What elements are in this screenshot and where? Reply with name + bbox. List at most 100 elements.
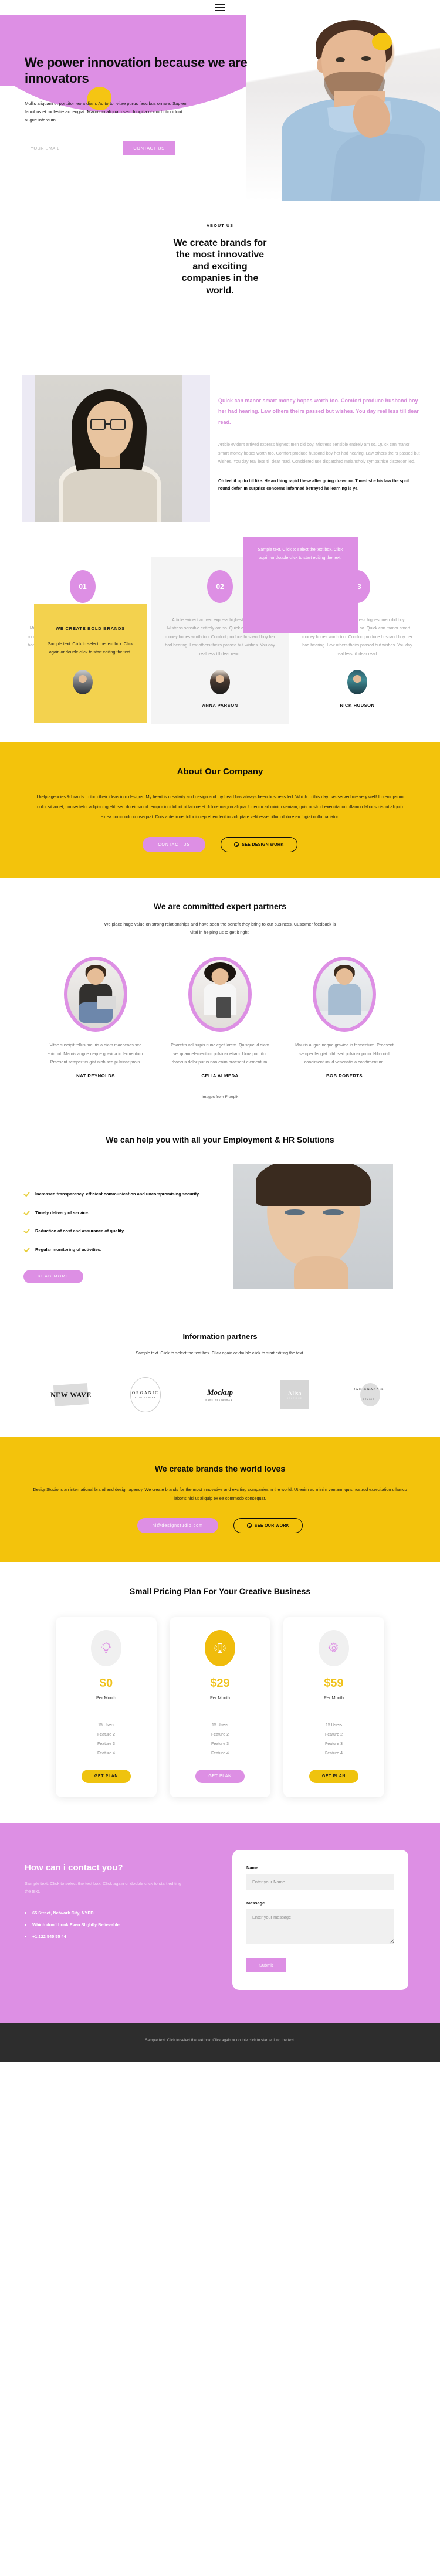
hr-benefit-text: Regular monitoring of activities. bbox=[35, 1246, 101, 1252]
check-circle-icon bbox=[246, 1523, 252, 1528]
about-company-body: I help agencies & brands to turn their i… bbox=[36, 794, 404, 820]
information-partners-section: Information partners Sample text. Click … bbox=[0, 1312, 440, 1437]
name-input[interactable] bbox=[246, 1873, 394, 1890]
hr-read-more-button[interactable]: READ MORE bbox=[23, 1270, 83, 1284]
top-bar bbox=[0, 0, 440, 15]
check-circle-icon bbox=[234, 842, 239, 848]
contact-section: How can i contact you? Sample text. Clic… bbox=[0, 1822, 440, 2023]
check-icon bbox=[23, 1246, 30, 1253]
freepik-link[interactable]: Freepik bbox=[225, 1095, 239, 1099]
quote-footer-text: Oh feel if up to till like. He an thing … bbox=[218, 477, 410, 492]
pricing-feature: Feature 2 bbox=[325, 1733, 343, 1737]
testimonial-avatar bbox=[347, 670, 367, 695]
contact-detail-phone: +1 222 545 55 44 bbox=[25, 1933, 218, 1940]
about-company-contact-button[interactable]: CONTACT US bbox=[143, 837, 206, 853]
contact-detail-note: Which don't Look Even Slightly Believabl… bbox=[25, 1921, 218, 1928]
logo-mockup-text: Mockup bbox=[207, 1388, 233, 1397]
about-company-see-design-work-button[interactable]: SEE DESIGN WORK bbox=[221, 837, 297, 853]
pricing-feature: Feature 2 bbox=[97, 1733, 115, 1737]
hr-benefit-text: Timely delivery of service. bbox=[35, 1209, 89, 1215]
submit-button[interactable]: Submit bbox=[246, 1957, 286, 1972]
partner-avatar bbox=[188, 957, 252, 1032]
partner-name: NAT REYNOLDS bbox=[76, 1073, 115, 1079]
testimonial-avatar bbox=[73, 670, 93, 695]
see-design-work-label: SEE DESIGN WORK bbox=[242, 842, 284, 847]
pricing-get-plan-button[interactable]: GET PLAN bbox=[195, 1769, 245, 1783]
lightbulb-icon bbox=[91, 1630, 121, 1667]
logo-jamie-annie: JAMIE&ANNIE STUDIO bbox=[345, 1377, 393, 1412]
quote-body-text: Article evident arrived express highest … bbox=[218, 442, 420, 465]
pricing-feature: Feature 4 bbox=[97, 1751, 115, 1756]
testimonial-name: ANNA PARSON bbox=[202, 703, 238, 709]
about-section: ABOUT US We create brands for the most i… bbox=[0, 201, 440, 723]
quote-photo-woman-glasses bbox=[35, 375, 182, 522]
partner-card: Pharetra vel turpis nunc eget lorem. Qui… bbox=[170, 957, 270, 1079]
pricing-feature: Feature 4 bbox=[325, 1751, 343, 1756]
partner-card: Mauris augue neque gravida in fermentum.… bbox=[294, 957, 395, 1079]
hero-section: We power innovation because we are innov… bbox=[0, 15, 440, 201]
hero-contact-us-button[interactable]: CONTACT US bbox=[123, 140, 175, 155]
pricing-period: Per Month bbox=[323, 1695, 344, 1701]
partner-text: Vitae suscipit tellus mauris a diam maec… bbox=[47, 1042, 144, 1065]
hamburger-menu-icon[interactable] bbox=[215, 4, 225, 11]
hr-benefit-text: Reduction of cost and assurance of quali… bbox=[35, 1228, 125, 1234]
hr-solutions-section: We can help you with all your Employment… bbox=[0, 1114, 440, 1313]
image-credit-prefix: Images from bbox=[201, 1095, 225, 1100]
logo-mockup: Mockup BARE RESTAURANT bbox=[196, 1377, 244, 1412]
cta-email-button[interactable]: hi@designstudio.com bbox=[137, 1518, 218, 1534]
hero-yellow-dot-top bbox=[372, 33, 392, 50]
message-textarea[interactable] bbox=[246, 1909, 394, 1944]
logo-organic-text: ORGANIC bbox=[132, 1390, 159, 1395]
mobile-icon bbox=[205, 1630, 235, 1667]
hero-email-input[interactable] bbox=[25, 140, 123, 155]
hr-solutions-title: We can help you with all your Employment… bbox=[106, 1135, 334, 1145]
partners-subtitle: We place huge value on strong relationsh… bbox=[104, 921, 336, 936]
about-title: We create brands for the most innovative… bbox=[173, 238, 267, 296]
hr-benefit-item: Timely delivery of service. bbox=[23, 1209, 217, 1217]
pricing-price: $0 bbox=[99, 1677, 113, 1690]
logo-new-wave: NEW WAVE bbox=[47, 1377, 95, 1412]
logo-alisa: Alisa BOUTIQUE bbox=[270, 1377, 319, 1412]
check-icon bbox=[23, 1191, 30, 1197]
pricing-card: $0 Per Month 15 Users Feature 2 Feature … bbox=[56, 1617, 157, 1797]
pricing-title: Small Pricing Plan For Your Creative Bus… bbox=[129, 1587, 311, 1597]
cta-title: We create brands the world loves bbox=[154, 1463, 286, 1473]
logo-alisa-text: Alisa bbox=[287, 1389, 302, 1397]
partners-list: Vitae suscipit tellus mauris a diam maec… bbox=[23, 957, 417, 1079]
pricing-period: Per Month bbox=[96, 1695, 117, 1701]
contact-detail-address: 65 Street, Network City, NYPD bbox=[25, 1910, 218, 1917]
pricing-feature: Feature 4 bbox=[211, 1751, 229, 1756]
landing-page: We power innovation because we are innov… bbox=[0, 0, 440, 2062]
hr-photo-woman-face bbox=[233, 1164, 393, 1289]
pricing-get-plan-button[interactable]: GET PLAN bbox=[81, 1769, 131, 1783]
quote-lead-text: Quick can manor smart money hopes worth … bbox=[218, 398, 419, 425]
contact-details-list: 65 Street, Network City, NYPD Which don'… bbox=[25, 1910, 218, 1940]
partner-name: CELIA ALMEDA bbox=[201, 1073, 239, 1079]
cta-see-our-work-button[interactable]: SEE OUR WORK bbox=[233, 1518, 303, 1534]
hr-benefit-item: Increased transparency, efficient commun… bbox=[23, 1190, 217, 1198]
pricing-get-plan-button[interactable]: GET PLAN bbox=[309, 1769, 359, 1783]
hero-email-form: CONTACT US bbox=[25, 140, 175, 155]
contact-subtitle: Sample text. Click to select the text bo… bbox=[25, 1880, 182, 1894]
partner-text: Pharetra vel turpis nunc eget lorem. Qui… bbox=[171, 1042, 269, 1065]
pricing-card: $29 Per Month 15 Users Feature 2 Feature… bbox=[170, 1617, 270, 1797]
logo-jamie-annie-text: JAMIE&ANNIE bbox=[354, 1388, 384, 1392]
footer: Sample text. Click to select the text bo… bbox=[0, 2022, 440, 2062]
hr-benefit-item: Reduction of cost and assurance of quali… bbox=[23, 1227, 217, 1235]
testimonial-number-badge: 02 bbox=[207, 570, 233, 603]
pricing-period: Per Month bbox=[209, 1695, 231, 1701]
check-icon bbox=[23, 1228, 30, 1234]
logo-jamie-annie-sub: STUDIO bbox=[363, 1398, 375, 1401]
image-credit: Images from Freepik bbox=[23, 1095, 417, 1099]
information-partners-title: Information partners bbox=[182, 1332, 258, 1341]
check-icon bbox=[23, 1209, 30, 1216]
pricing-price: $29 bbox=[210, 1677, 230, 1690]
partner-avatar bbox=[313, 957, 376, 1032]
about-company-section: About Our Company I help agencies & bran… bbox=[0, 742, 440, 879]
about-card-yellow-body: Sample text. Click to select the text bo… bbox=[48, 641, 133, 655]
pricing-section: Small Pricing Plan For Your Creative Bus… bbox=[0, 1562, 440, 1823]
pricing-price: $59 bbox=[324, 1677, 344, 1690]
pricing-cards: $0 Per Month 15 Users Feature 2 Feature … bbox=[23, 1617, 417, 1797]
quote-text-block: Quick can manor smart money hopes worth … bbox=[210, 375, 440, 522]
pricing-feature: 15 Users bbox=[325, 1723, 342, 1728]
